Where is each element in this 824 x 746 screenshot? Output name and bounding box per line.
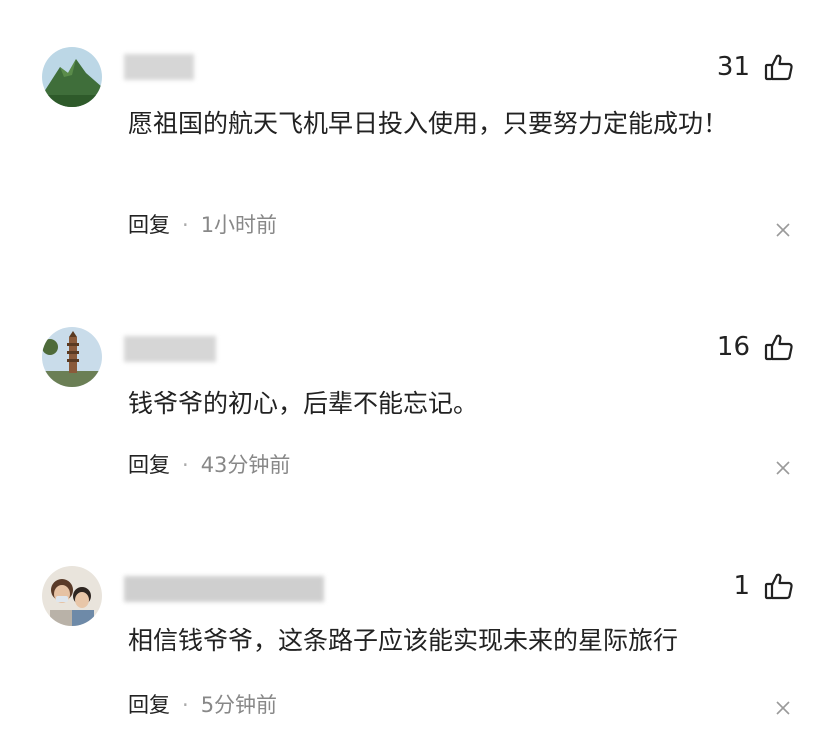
username-redacted[interactable] — [124, 576, 324, 602]
reply-button[interactable]: 回复 — [128, 453, 170, 477]
avatar[interactable] — [42, 47, 102, 107]
thumbs-up-icon[interactable] — [764, 52, 794, 82]
separator-dot: · — [182, 693, 189, 717]
comment-meta: 回复 · 5分钟前 — [128, 690, 277, 720]
comment-meta: 回复 · 1小时前 — [128, 210, 277, 240]
username-redacted[interactable] — [124, 54, 194, 80]
thumbs-up-icon[interactable] — [764, 571, 794, 601]
separator-dot: · — [182, 453, 189, 477]
like-count: 31 — [716, 52, 750, 82]
close-icon[interactable] — [774, 459, 792, 477]
comment-text: 愿祖国的航天飞机早日投入使用，只要努力定能成功！ — [128, 109, 729, 138]
comment-text: 钱爷爷的初心，后辈不能忘记。 — [128, 389, 479, 418]
reply-button[interactable]: 回复 — [128, 693, 170, 717]
timestamp: 1小时前 — [200, 213, 278, 237]
close-icon[interactable] — [774, 221, 792, 239]
comment-item: 31 愿祖国的航天飞机早日投入使用，只要努力定能成功！ 回复 · 1小时前 — [0, 0, 824, 270]
thumbs-up-icon[interactable] — [764, 332, 794, 362]
comment-meta: 回复 · 43分钟前 — [128, 450, 290, 480]
username-redacted[interactable] — [124, 336, 216, 362]
close-icon[interactable] — [774, 699, 792, 717]
comment-text: 相信钱爷爷，这条路子应该能实现未来的星际旅行 — [128, 626, 679, 655]
avatar[interactable] — [42, 327, 102, 387]
reply-button[interactable]: 回复 — [128, 213, 170, 237]
timestamp: 5分钟前 — [200, 693, 278, 717]
like-count: 16 — [716, 332, 750, 362]
timestamp: 43分钟前 — [200, 453, 291, 477]
like-count: 1 — [733, 571, 750, 601]
avatar[interactable] — [42, 566, 102, 626]
separator-dot: · — [182, 213, 189, 237]
